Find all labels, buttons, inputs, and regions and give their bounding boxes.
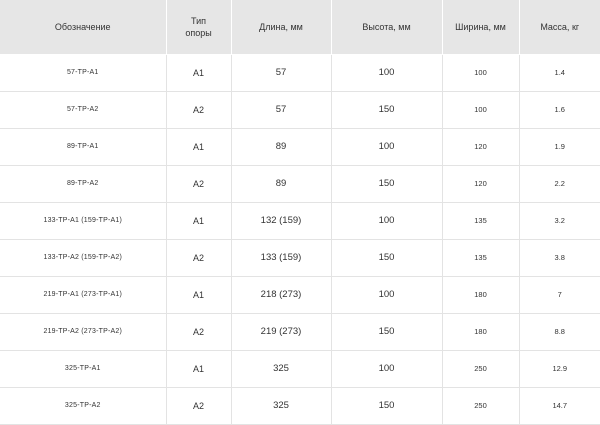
- cell-support-type: A2: [166, 239, 232, 277]
- cell-mass: 2.2: [519, 165, 600, 203]
- cell-support-type: A1: [166, 276, 232, 314]
- cell-support-type: A2: [166, 91, 232, 129]
- cell-mass: 14.7: [519, 387, 600, 425]
- cell-width: 250: [442, 350, 520, 388]
- cell-support-type: A2: [166, 313, 232, 351]
- cell-support-type: A1: [166, 202, 232, 240]
- cell-length: 89: [231, 165, 332, 203]
- cell-width: 100: [442, 91, 520, 129]
- header-support-line1: Тип: [190, 15, 206, 26]
- cell-length: 219 (273): [231, 313, 332, 351]
- header-mass: Масса, кг: [519, 0, 600, 55]
- cell-width: 100: [442, 54, 520, 92]
- cell-height: 100: [331, 202, 443, 240]
- cell-length: 57: [231, 91, 332, 129]
- cell-support-type: A2: [166, 387, 232, 425]
- table-row: 325-TP-A1 A1 325 100 250 12.9: [0, 350, 600, 388]
- cell-height: 150: [331, 239, 443, 277]
- cell-designation: 133-TP-A1 (159-TP-A1): [0, 202, 167, 240]
- specifications-table: Обозначение Тип опоры Длина, мм Высота, м…: [0, 0, 600, 425]
- header-designation-label: Обозначение: [54, 21, 111, 32]
- header-mass-label: Масса, кг: [540, 21, 580, 32]
- cell-width: 135: [442, 239, 520, 277]
- cell-width: 135: [442, 202, 520, 240]
- cell-mass: 1.9: [519, 128, 600, 166]
- cell-designation: 57-TP-A2: [0, 91, 167, 129]
- cell-length: 57: [231, 54, 332, 92]
- cell-support-type: A2: [166, 165, 232, 203]
- cell-width: 180: [442, 313, 520, 351]
- cell-mass: 7: [519, 276, 600, 314]
- header-width: Ширина, мм: [442, 0, 520, 55]
- cell-height: 100: [331, 54, 443, 92]
- header-support-type: Тип опоры: [166, 0, 232, 55]
- table-row: 219-TP-A1 (273-TP-A1) A1 218 (273) 100 1…: [0, 276, 600, 314]
- table-row: 89-TP-A2 A2 89 150 120 2.2: [0, 165, 600, 203]
- cell-height: 150: [331, 91, 443, 129]
- table-header: Обозначение Тип опоры Длина, мм Высота, м…: [0, 0, 600, 55]
- cell-designation: 133-TP-A2 (159-TP-A2): [0, 239, 167, 277]
- cell-designation: 219-TP-A1 (273-TP-A1): [0, 276, 167, 314]
- cell-support-type: A1: [166, 128, 232, 166]
- cell-height: 150: [331, 313, 443, 351]
- cell-designation: 219-TP-A2 (273-TP-A2): [0, 313, 167, 351]
- cell-length: 89: [231, 128, 332, 166]
- cell-length: 218 (273): [231, 276, 332, 314]
- cell-designation: 325-TP-A2: [0, 387, 167, 425]
- cell-length: 325: [231, 387, 332, 425]
- cell-height: 100: [331, 350, 443, 388]
- cell-width: 120: [442, 165, 520, 203]
- cell-length: 133 (159): [231, 239, 332, 277]
- header-support-line2: опоры: [185, 27, 212, 38]
- table-row: 57-TP-A1 A1 57 100 100 1.4: [0, 54, 600, 92]
- header-row: Обозначение Тип опоры Длина, мм Высота, м…: [0, 0, 600, 55]
- cell-mass: 12.9: [519, 350, 600, 388]
- cell-height: 150: [331, 387, 443, 425]
- table-row: 133-TP-A1 (159-TP-A1) A1 132 (159) 100 1…: [0, 202, 600, 240]
- cell-support-type: A1: [166, 54, 232, 92]
- cell-width: 180: [442, 276, 520, 314]
- table-row: 219-TP-A2 (273-TP-A2) A2 219 (273) 150 1…: [0, 313, 600, 351]
- header-height-label: Высота, мм: [362, 21, 411, 32]
- cell-mass: 3.8: [519, 239, 600, 277]
- header-width-label: Ширина, мм: [455, 21, 506, 32]
- table-body: 57-TP-A1 A1 57 100 100 1.4 57-TP-A2 A2 5…: [0, 54, 600, 425]
- header-height: Высота, мм: [331, 0, 443, 55]
- cell-mass: 8.8: [519, 313, 600, 351]
- cell-designation: 89-TP-A1: [0, 128, 167, 166]
- cell-height: 100: [331, 128, 443, 166]
- table-row: 325-TP-A2 A2 325 150 250 14.7: [0, 387, 600, 425]
- cell-width: 250: [442, 387, 520, 425]
- cell-mass: 3.2: [519, 202, 600, 240]
- cell-mass: 1.6: [519, 91, 600, 129]
- cell-length: 132 (159): [231, 202, 332, 240]
- table-row: 89-TP-A1 A1 89 100 120 1.9: [0, 128, 600, 166]
- cell-length: 325: [231, 350, 332, 388]
- table-row: 57-TP-A2 A2 57 150 100 1.6: [0, 91, 600, 129]
- cell-mass: 1.4: [519, 54, 600, 92]
- header-length: Длина, мм: [231, 0, 332, 55]
- header-designation: Обозначение: [0, 0, 167, 55]
- cell-designation: 57-TP-A1: [0, 54, 167, 92]
- cell-height: 150: [331, 165, 443, 203]
- cell-width: 120: [442, 128, 520, 166]
- cell-height: 100: [331, 276, 443, 314]
- header-length-label: Длина, мм: [259, 21, 303, 32]
- cell-support-type: A1: [166, 350, 232, 388]
- cell-designation: 89-TP-A2: [0, 165, 167, 203]
- table-row: 133-TP-A2 (159-TP-A2) A2 133 (159) 150 1…: [0, 239, 600, 277]
- cell-designation: 325-TP-A1: [0, 350, 167, 388]
